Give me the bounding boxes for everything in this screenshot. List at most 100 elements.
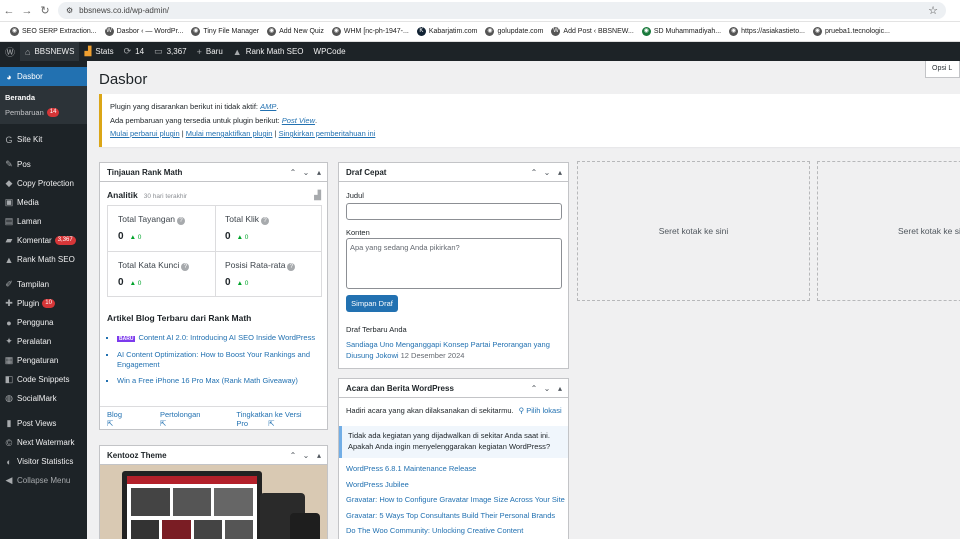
bookmark-item[interactable]: ◉ golupdate.com <box>485 27 543 36</box>
plus-icon: + <box>196 46 202 57</box>
help-icon[interactable]: ? <box>287 263 296 271</box>
amp-plugin-link[interactable]: AMP <box>260 102 276 111</box>
bookmark-item[interactable]: ◉ SD Muhammadiyah... <box>641 27 721 36</box>
mockup-thumb <box>214 488 254 516</box>
news-link[interactable]: Gravatar: 5 Ways Top Consultants Build T… <box>346 508 566 524</box>
upgrade-pro-link[interactable]: Tingkatkan ke Versi Pro ⇱ <box>236 410 309 428</box>
move-down-icon[interactable]: ⌄ <box>542 168 552 177</box>
help-icon[interactable]: ? <box>261 217 270 225</box>
move-up-icon[interactable]: ⌃ <box>529 384 539 393</box>
drop-zone[interactable]: Seret kotak ke sini <box>817 161 960 301</box>
widget-title: Acara dan Berita WordPress <box>346 383 454 393</box>
blog-article-link[interactable]: BARUContent AI 2.0: Introducing AI SEO I… <box>117 333 322 345</box>
news-link[interactable]: Gravatar: How to Configure Gravatar Imag… <box>346 492 566 508</box>
new-content-menu[interactable]: + Baru <box>192 42 228 61</box>
blog-link[interactable]: Blog ⇱ <box>107 410 142 428</box>
sidebar-item-next-watermark[interactable]: © Next Watermark <box>0 433 87 452</box>
favicon-icon: K <box>416 27 426 36</box>
wp-logo-menu[interactable]: Ⓦ <box>0 42 20 61</box>
sidebar-item-pengaturan[interactable]: ▦ Pengaturan <box>0 351 87 370</box>
sidebar-item-peralatan[interactable]: ✦ Peralatan <box>0 332 87 351</box>
kentooz-theme-widget: Kentooz Theme ⌃ ⌄ ▴ <box>99 445 328 539</box>
page-title: Dasbor <box>99 71 148 88</box>
sidebar-item-post-views[interactable]: ▮ Post Views <box>0 414 87 433</box>
submenu-item-home[interactable]: Beranda <box>0 90 87 105</box>
sidebar-item-visitor-statistics[interactable]: ◐ Visitor Statistics <box>0 452 87 471</box>
blog-article-link[interactable]: Win a Free iPhone 16 Pro Max (Rank Math … <box>117 376 322 387</box>
bookmark-item[interactable]: ◉ https://asiakastieto... <box>729 27 805 36</box>
move-up-icon[interactable]: ⌃ <box>288 451 298 460</box>
site-name-menu[interactable]: ⌂ BBSNEWS <box>20 42 80 61</box>
save-draft-button[interactable]: Simpan Draf <box>346 295 398 312</box>
bookmark-item[interactable]: ◉ SEO SERP Extraction... <box>10 27 97 36</box>
reload-icon[interactable]: ↻ <box>36 4 54 17</box>
bookmark-item[interactable]: ◉ prueba1.tecnologic... <box>812 27 890 36</box>
comments-menu[interactable]: ▭ 3,367 <box>149 42 192 61</box>
address-bar[interactable]: ⚙ bbsnews.co.id/wp-admin/ ☆ <box>58 2 946 19</box>
theme-preview-image[interactable] <box>100 465 327 539</box>
sidebar-item-dashboard[interactable]: ◕ Dasbor <box>0 67 87 86</box>
sidebar-item-rank-math-seo[interactable]: ▲ Rank Math SEO <box>0 250 87 269</box>
drop-zone[interactable]: Seret kotak ke sini <box>577 161 810 301</box>
bookmark-item[interactable]: ◉ Add New Quiz <box>267 27 324 36</box>
bookmark-item[interactable]: ◉ WHM [nc-ph-1947-... <box>331 27 409 36</box>
sidebar-item-pos[interactable]: ✎ Pos <box>0 155 87 174</box>
bookmark-item[interactable]: W Add Post ‹ BBSNEW... <box>551 27 634 36</box>
sidebar-item-label: Plugin <box>17 299 40 308</box>
bookmark-item[interactable]: ◉ Tiny File Manager <box>191 27 259 36</box>
activate-plugins-link[interactable]: Mulai mengaktifkan plugin <box>186 129 273 138</box>
updates-menu[interactable]: ⟳ 14 <box>119 42 149 61</box>
toggle-icon[interactable]: ▴ <box>555 168 565 177</box>
toggle-icon[interactable]: ▴ <box>314 451 324 460</box>
sidebar-item-code-snippets[interactable]: ◧ Code Snippets <box>0 370 87 389</box>
home-icon: ⌂ <box>25 46 31 57</box>
favicon-icon: ◉ <box>10 27 19 36</box>
forward-icon[interactable]: → <box>18 5 36 17</box>
sidebar-item-plugin[interactable]: ✚ Plugin 10 <box>0 294 87 313</box>
sidebar-item-copy-protection[interactable]: ◆ Copy Protection <box>0 174 87 193</box>
bar-chart-icon[interactable]: ▟ <box>314 190 321 201</box>
sidebar-item-pengguna[interactable]: ● Pengguna <box>0 313 87 332</box>
sidebar-item-laman[interactable]: ▤ Laman <box>0 212 87 231</box>
post-view-plugin-link[interactable]: Post View <box>282 116 315 125</box>
move-down-icon[interactable]: ⌄ <box>542 384 552 393</box>
site-info-icon[interactable]: ⚙ <box>66 6 73 15</box>
bookmark-star-icon[interactable]: ☆ <box>928 4 938 17</box>
move-up-icon[interactable]: ⌃ <box>288 168 298 177</box>
help-icon[interactable]: ? <box>177 217 186 225</box>
dismiss-notice-link[interactable]: Singkirkan pemberitahuan ini <box>279 129 376 138</box>
help-icon[interactable]: ? <box>181 263 190 271</box>
sidebar-item-label: Collapse Menu <box>17 476 71 485</box>
choose-location-button[interactable]: ⚲ Pilih lokasi <box>519 406 562 415</box>
draft-content-textarea[interactable]: Apa yang sedang Anda pikirkan? <box>346 238 562 289</box>
blog-article-list: BARUContent AI 2.0: Introducing AI SEO I… <box>107 333 322 391</box>
rankmath-menu[interactable]: ▲ Rank Math SEO <box>228 42 309 61</box>
bookmark-item[interactable]: K Kabarjatim.com <box>416 27 477 36</box>
news-link[interactable]: WordPress Jubilee <box>346 477 566 493</box>
update-plugins-link[interactable]: Mulai perbarui plugin <box>110 129 180 138</box>
toggle-icon[interactable]: ▴ <box>555 384 565 393</box>
back-icon[interactable]: ← <box>0 5 18 17</box>
blog-article-link[interactable]: AI Content Optimization: How to Boost Yo… <box>117 350 322 371</box>
sidebar-item-collapse-menu[interactable]: ◀ Collapse Menu <box>0 471 87 490</box>
move-up-icon[interactable]: ⌃ <box>529 168 539 177</box>
sidebar-item-komentar[interactable]: ▰ Komentar 3,367 <box>0 231 87 250</box>
bookmark-item[interactable]: W Dasbor ‹ — WordPr... <box>104 27 183 36</box>
sidebar-item-socialmark[interactable]: ◍ SocialMark <box>0 389 87 408</box>
sidebar-item-site-kit[interactable]: G Site Kit <box>0 130 87 149</box>
sidebar-item-media[interactable]: ▣ Media <box>0 193 87 212</box>
submenu-item-updates[interactable]: Pembaruan 14 <box>0 105 87 120</box>
host-event-link[interactable]: menyelenggarakan kegiatan WordPress <box>413 442 546 451</box>
toggle-icon[interactable]: ▴ <box>314 168 324 177</box>
move-down-icon[interactable]: ⌄ <box>301 168 311 177</box>
move-down-icon[interactable]: ⌄ <box>301 451 311 460</box>
stats-menu[interactable]: ▟ Stats <box>79 42 118 61</box>
draft-title-input[interactable] <box>346 203 562 220</box>
screen-options-button[interactable]: Opsi L <box>925 61 960 78</box>
news-link[interactable]: Do The Woo Community: Unlocking Creative… <box>346 523 566 539</box>
sidebar-item-tampilan[interactable]: ✐ Tampilan <box>0 275 87 294</box>
stat-total-keywords: Total Kata Kunci? 0 ▲ 0 <box>108 252 215 298</box>
wpcode-menu[interactable]: WPCode <box>309 42 351 61</box>
help-link[interactable]: Pertolongan ⇱ <box>160 410 218 428</box>
news-link[interactable]: WordPress 6.8.1 Maintenance Release <box>346 461 566 477</box>
